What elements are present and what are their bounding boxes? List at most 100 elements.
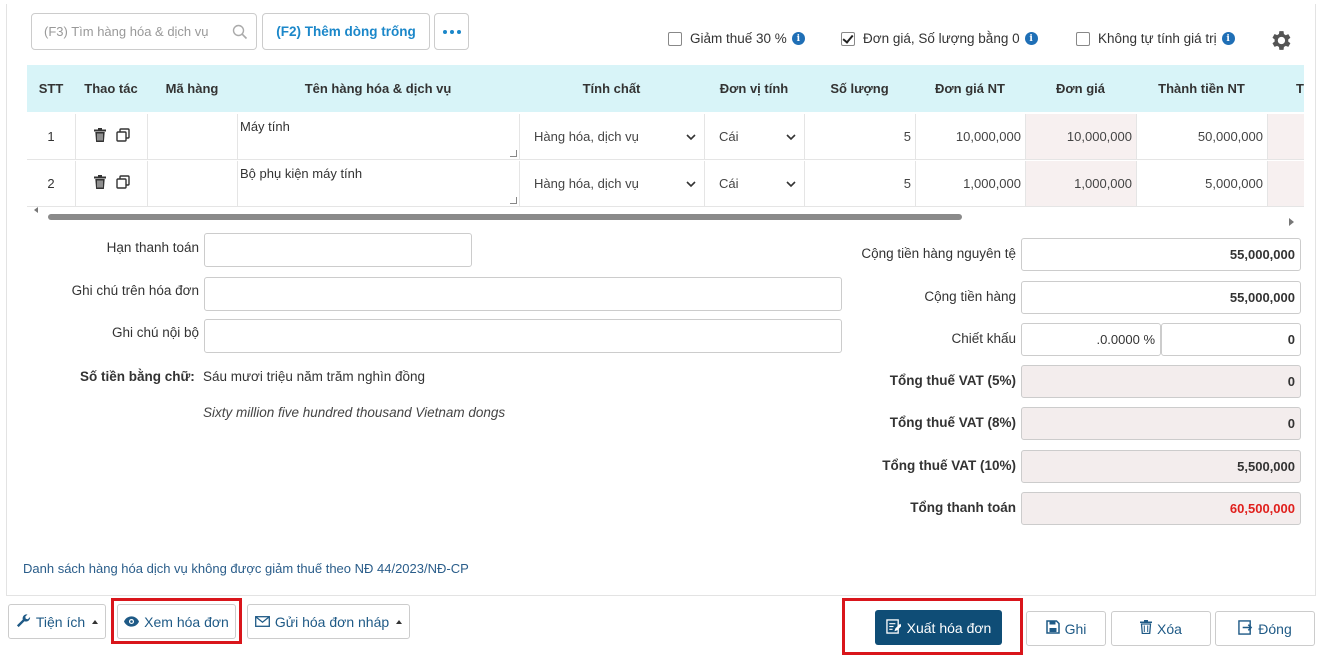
scroll-left-arrow-icon[interactable]	[34, 207, 38, 213]
internal-note-input[interactable]	[204, 319, 842, 353]
chevron-down-icon	[686, 129, 696, 144]
due-date-input[interactable]	[204, 233, 472, 267]
product-search-box[interactable]	[31, 13, 257, 50]
dot-icon	[442, 29, 447, 34]
col-price: Đơn giá	[1056, 81, 1105, 96]
row-amount-truncated	[1267, 161, 1304, 206]
dot-icon	[449, 29, 454, 34]
row-type-value: Hàng hóa, dịch vụ	[534, 176, 639, 191]
close-button[interactable]: Đóng	[1215, 611, 1315, 646]
row-type-select[interactable]: Hàng hóa, dịch vụ	[519, 161, 704, 206]
caret-up-icon	[92, 619, 99, 624]
save-label: Ghi	[1064, 620, 1087, 637]
items-table-header: STT Thao tác Mã hàng Tên hàng hóa & dịch…	[27, 65, 1304, 112]
gear-icon[interactable]	[1268, 28, 1293, 56]
vat5-label: Tổng thuế VAT (5%)	[889, 373, 1016, 388]
close-label: Đóng	[1258, 620, 1292, 637]
utilities-button[interactable]: Tiện ích	[8, 604, 106, 639]
row-code[interactable]	[147, 161, 237, 206]
col-amount-nt: Thành tiền NT	[1158, 81, 1245, 96]
checkbox-label: Không tự tính giá trị	[1098, 31, 1217, 46]
subtotal-label: Cộng tiền hàng	[924, 289, 1016, 304]
row-amount-nt-value: 5,000,000	[1136, 161, 1267, 206]
discount-amount-input[interactable]: 0	[1161, 323, 1301, 356]
search-icon[interactable]	[232, 24, 248, 43]
row-qty-input[interactable]: 5	[804, 161, 915, 206]
vat5-value: 0	[1021, 365, 1301, 398]
trash-icon[interactable]	[93, 128, 106, 145]
add-empty-row-button[interactable]: (F2) Thêm dòng trống	[262, 13, 430, 50]
discount-percent-input[interactable]: .0.0000 %	[1021, 323, 1161, 356]
row-unit-select[interactable]: Cái	[704, 161, 804, 206]
row-amount-nt-value: 50,000,000	[1136, 114, 1267, 159]
checkbox-box[interactable]	[668, 31, 682, 46]
info-icon[interactable]: i	[1221, 32, 1235, 45]
more-options-button[interactable]	[434, 13, 469, 50]
col-stt: STT	[38, 81, 64, 96]
zero-price-qty-checkbox[interactable]: Đơn giá, Số lượng bằng 0 i	[841, 31, 1038, 46]
reduce-tax-30-checkbox[interactable]: Giảm thuế 30 % i	[668, 31, 805, 46]
row-type-select[interactable]: Hàng hóa, dịch vụ	[519, 114, 704, 159]
no-auto-calc-checkbox[interactable]: Không tự tính giá trị i	[1076, 31, 1235, 46]
vat10-label: Tổng thuế VAT (10%)	[882, 458, 1016, 473]
vat8-value: 0	[1021, 407, 1301, 440]
row-unit-value: Cái	[719, 129, 739, 144]
delete-label: Xóa	[1157, 620, 1182, 637]
non-reduced-tax-items-link[interactable]: Danh sách hàng hóa dịch vụ không được gi…	[23, 561, 469, 576]
row-code[interactable]	[147, 114, 237, 159]
delete-button[interactable]: Xóa	[1111, 611, 1211, 646]
send-draft-label: Gửi hóa đơn nháp	[274, 613, 390, 630]
exit-icon	[1238, 619, 1253, 638]
row-name-textarea[interactable]: Máy tính	[237, 114, 519, 159]
table-horizontal-scrollbar[interactable]	[48, 214, 962, 220]
trash-icon[interactable]	[93, 175, 106, 192]
invoice-note-label: Ghi chú trên hóa đơn	[71, 283, 199, 298]
col-name: Tên hàng hóa & dịch vụ	[304, 81, 452, 96]
checkbox-box-checked[interactable]	[841, 31, 855, 46]
copy-icon[interactable]	[115, 175, 130, 192]
utilities-label: Tiện ích	[35, 613, 86, 630]
scroll-right-arrow-icon[interactable]	[1289, 218, 1294, 226]
checkbox-box[interactable]	[1076, 31, 1090, 46]
grand-total-value: 60,500,000	[1021, 492, 1301, 525]
floppy-disk-icon	[1045, 620, 1060, 637]
col-price-nt: Đơn giá NT	[935, 81, 1005, 96]
subtotal-fc-value: 55,000,000	[1021, 238, 1301, 271]
product-search-input[interactable]	[32, 14, 228, 49]
row-unit-select[interactable]: Cái	[704, 114, 804, 159]
row-type-value: Hàng hóa, dịch vụ	[534, 129, 639, 144]
row-name-text: Máy tính	[240, 119, 290, 134]
subtotal-value: 55,000,000	[1021, 281, 1301, 314]
dot-icon	[456, 29, 461, 34]
row-name-textarea[interactable]: Bộ phụ kiện máy tính	[237, 161, 519, 206]
row-price-nt-input[interactable]: 10,000,000	[915, 114, 1025, 159]
row-price-nt-input[interactable]: 1,000,000	[915, 161, 1025, 206]
table-row: 2 Bộ phụ kiện máy tính Hàng hóa, dịch vụ…	[27, 161, 1304, 207]
internal-note-label: Ghi chú nội bộ	[111, 325, 199, 340]
discount-label: Chiết khấu	[951, 331, 1016, 346]
col-type: Tính chất	[582, 81, 641, 96]
row-qty-input[interactable]: 5	[804, 114, 915, 159]
col-amount-truncated: T	[1296, 81, 1304, 96]
row-name-text: Bộ phụ kiện máy tính	[240, 166, 363, 181]
vat8-label: Tổng thuế VAT (8%)	[889, 415, 1016, 430]
row-actions	[75, 161, 147, 206]
grand-total-label: Tổng thanh toán	[910, 500, 1016, 515]
info-icon[interactable]: i	[1024, 32, 1038, 45]
save-button[interactable]: Ghi	[1026, 611, 1106, 646]
vat10-value: 5,500,000	[1021, 450, 1301, 483]
checkbox-label: Giảm thuế 30 %	[690, 31, 787, 46]
chevron-down-icon	[786, 176, 796, 191]
highlight-frame	[842, 598, 1023, 655]
info-icon[interactable]: i	[791, 32, 805, 45]
row-unit-value: Cái	[719, 176, 739, 191]
resize-handle-icon[interactable]	[510, 197, 517, 204]
invoice-note-input[interactable]	[204, 277, 842, 311]
caret-up-icon	[396, 619, 403, 624]
checkbox-label: Đơn giá, Số lượng bằng 0	[863, 31, 1020, 46]
copy-icon[interactable]	[115, 128, 130, 145]
wrench-icon	[16, 613, 31, 631]
send-draft-invoice-button[interactable]: Gửi hóa đơn nháp	[247, 604, 410, 639]
envelope-icon	[254, 614, 270, 630]
resize-handle-icon[interactable]	[510, 150, 517, 157]
